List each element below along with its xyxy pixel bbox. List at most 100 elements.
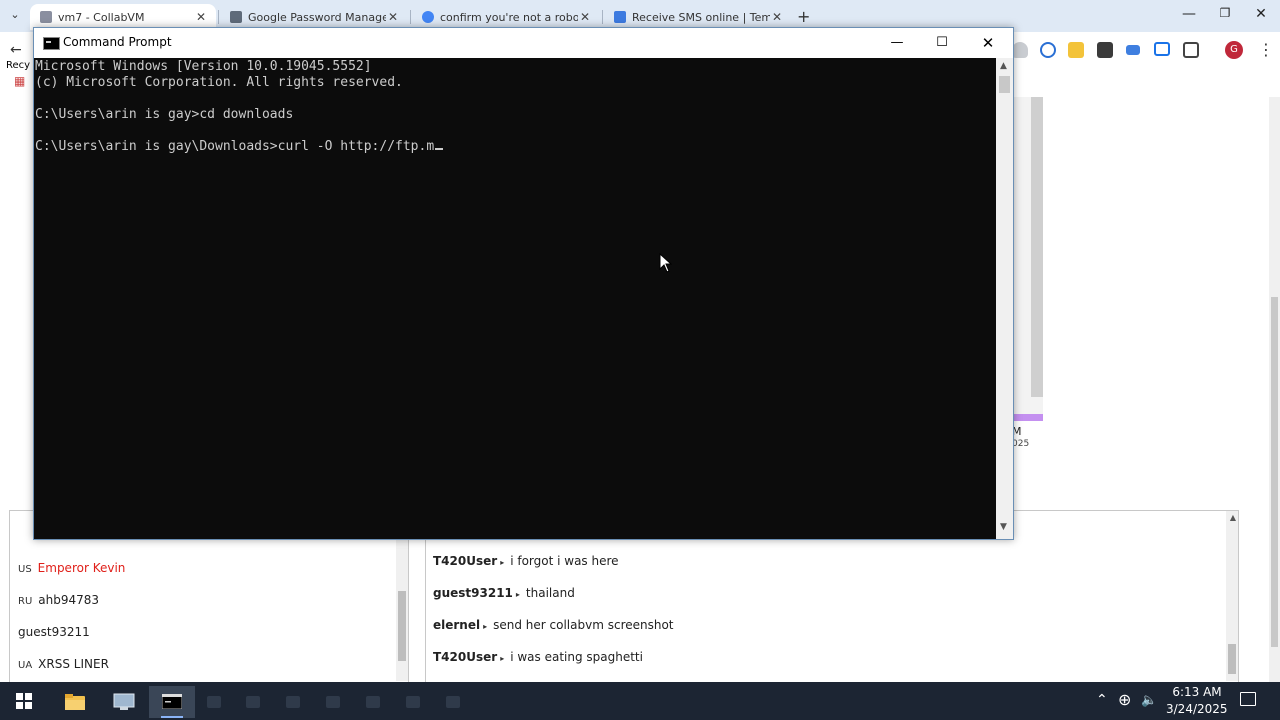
chat-scrollbar[interactable]: ▲ bbox=[1226, 511, 1238, 681]
page-scrollbar[interactable] bbox=[1269, 97, 1280, 682]
chat-username: T420User bbox=[433, 554, 498, 568]
user-list-item[interactable]: guest93211 bbox=[18, 625, 90, 639]
tab-title: confirm you're not a robot goo bbox=[440, 10, 578, 24]
chat-text: send her collabvm screenshot bbox=[493, 618, 674, 632]
tray-overflow-icon[interactable]: ⌃ bbox=[1096, 692, 1108, 708]
browser-minimize-button[interactable]: — bbox=[1174, 6, 1204, 22]
chat-text: i forgot i was here bbox=[510, 554, 619, 568]
tab-divider bbox=[410, 10, 411, 24]
notification-center-icon[interactable] bbox=[1240, 692, 1256, 706]
collabvm-favicon-icon bbox=[40, 11, 52, 23]
taskbar-remote-desktop[interactable] bbox=[101, 686, 147, 718]
scroll-up-icon[interactable]: ▲ bbox=[1230, 513, 1236, 522]
taskbar-file-explorer[interactable] bbox=[52, 686, 98, 718]
network-icon[interactable]: ⊕ bbox=[1118, 690, 1131, 709]
scroll-down-icon[interactable]: ▼ bbox=[1000, 522, 1007, 532]
cmd-maximize-button[interactable]: ☐ bbox=[919, 30, 965, 56]
active-indicator bbox=[161, 716, 183, 718]
chat-text: i was eating spaghetti bbox=[510, 650, 643, 664]
scroll-up-icon[interactable]: ▲ bbox=[1000, 61, 1007, 71]
close-tab-icon[interactable]: ✕ bbox=[578, 10, 592, 24]
tab-divider bbox=[218, 10, 219, 24]
folder-icon bbox=[65, 694, 85, 710]
vm-taskbar-fragment bbox=[1011, 414, 1043, 421]
console-input-line[interactable]: C:\Users\arin is gay\Downloads>curl -O h… bbox=[35, 139, 444, 154]
chat-message: T420User ▸ i was eating spaghetti bbox=[433, 650, 643, 664]
tab-search-icon[interactable]: ⌄ bbox=[6, 8, 24, 24]
browser-restore-button[interactable]: ❐ bbox=[1210, 6, 1240, 20]
vm-scrollbar[interactable] bbox=[1031, 97, 1043, 397]
close-tab-icon[interactable]: ✕ bbox=[194, 10, 208, 24]
shield-icon[interactable] bbox=[1012, 42, 1028, 58]
command-prompt-window[interactable]: Command Prompt — ☐ ✕ Microsoft Windows [… bbox=[33, 27, 1014, 540]
refresh-icon[interactable] bbox=[1040, 42, 1056, 58]
taskbar-command-prompt[interactable] bbox=[149, 686, 195, 718]
user-list-item[interactable]: US Emperor Kevin bbox=[18, 561, 125, 575]
console-line: (c) Microsoft Corporation. All rights re… bbox=[35, 75, 403, 90]
chat-message: T420User ▸ i forgot i was here bbox=[433, 554, 619, 568]
cast-icon[interactable] bbox=[1154, 42, 1170, 56]
sms-favicon-icon bbox=[614, 11, 626, 23]
google-favicon-icon bbox=[422, 11, 434, 23]
browser-close-button[interactable]: ✕ bbox=[1246, 6, 1276, 22]
tab-title: vm7 - CollabVM bbox=[58, 10, 145, 24]
console-current-command: C:\Users\arin is gay\Downloads>curl -O h… bbox=[35, 139, 435, 154]
arrow-icon: ▸ bbox=[515, 590, 520, 599]
username: Emperor Kevin bbox=[37, 561, 126, 575]
faded-taskbar-icon bbox=[446, 696, 460, 708]
faded-taskbar-icon bbox=[246, 696, 260, 708]
back-arrow-icon[interactable]: ← bbox=[10, 42, 22, 58]
faded-taskbar-icon bbox=[326, 696, 340, 708]
chat-scrollbar-thumb[interactable] bbox=[1228, 644, 1236, 674]
country-code: RU bbox=[18, 596, 33, 607]
arrow-icon: ▸ bbox=[500, 654, 505, 663]
recycle-bin-label: Recy bbox=[6, 60, 31, 71]
console-line: Microsoft Windows [Version 10.0.19045.55… bbox=[35, 59, 372, 74]
close-tab-icon[interactable]: ✕ bbox=[770, 10, 784, 24]
username: ahb94783 bbox=[38, 593, 100, 607]
tab-divider bbox=[602, 10, 603, 24]
users-scrollbar-thumb[interactable] bbox=[398, 591, 406, 661]
user-list-item[interactable]: UA XRSS LINER bbox=[18, 657, 109, 671]
cmd-scrollbar-thumb[interactable] bbox=[999, 76, 1010, 93]
cmd-minimize-button[interactable]: — bbox=[874, 30, 920, 56]
faded-taskbar-icon bbox=[406, 696, 420, 708]
apps-grid-icon[interactable]: ▦ bbox=[14, 74, 25, 88]
country-code: US bbox=[18, 564, 32, 575]
arrow-icon: ▸ bbox=[483, 622, 488, 631]
cmd-scrollbar[interactable]: ▲ ▼ bbox=[996, 58, 1013, 539]
faded-taskbar-icon bbox=[286, 696, 300, 708]
vm-date-fragment: 025 bbox=[1012, 439, 1030, 449]
extensions-icon[interactable] bbox=[1183, 42, 1199, 58]
tab-title: Google Password Manager bbox=[248, 10, 386, 24]
cmd-close-button[interactable]: ✕ bbox=[965, 30, 1011, 56]
chat-message: elernel ▸ send her collabvm screenshot bbox=[433, 618, 674, 632]
page-scrollbar-thumb[interactable] bbox=[1271, 297, 1278, 647]
key-favicon-icon bbox=[230, 11, 242, 23]
volume-muted-icon[interactable]: 🔈 bbox=[1141, 693, 1157, 708]
clock-time[interactable]: 6:13 AM bbox=[1170, 685, 1224, 699]
chat-username: guest93211 bbox=[433, 586, 513, 600]
computer-icon bbox=[113, 693, 135, 710]
country-code: UA bbox=[18, 660, 33, 671]
text-cursor bbox=[435, 148, 444, 150]
chat-message: guest93211 ▸ thailand bbox=[433, 586, 575, 600]
browser-menu-icon[interactable]: ⋮ bbox=[1258, 40, 1274, 59]
clock-date[interactable]: 3/24/2025 bbox=[1166, 702, 1228, 716]
user-list-item[interactable]: RU ahb94783 bbox=[18, 593, 99, 607]
media-icon[interactable] bbox=[1126, 45, 1140, 55]
cmd-title-bar[interactable]: Command Prompt — ☐ ✕ bbox=[34, 28, 1013, 58]
cmd-taskbar-icon bbox=[162, 694, 182, 709]
close-tab-icon[interactable]: ✕ bbox=[386, 10, 400, 24]
cmd-window-title: Command Prompt bbox=[63, 35, 172, 49]
chat-username: T420User bbox=[433, 650, 498, 664]
windows-start-icon[interactable] bbox=[16, 693, 32, 709]
puzzle-box-icon[interactable] bbox=[1097, 42, 1113, 58]
profile-avatar[interactable]: G bbox=[1225, 41, 1243, 59]
console-output[interactable]: Microsoft Windows [Version 10.0.19045.55… bbox=[34, 58, 996, 539]
faded-taskbar-icon bbox=[207, 696, 221, 708]
new-tab-button[interactable]: + bbox=[797, 7, 810, 26]
cmd-app-icon bbox=[43, 37, 60, 50]
windows-taskbar: ⌃ ⊕ 🔈 6:13 AM 3/24/2025 bbox=[0, 682, 1280, 720]
star-icon[interactable] bbox=[1068, 42, 1084, 58]
